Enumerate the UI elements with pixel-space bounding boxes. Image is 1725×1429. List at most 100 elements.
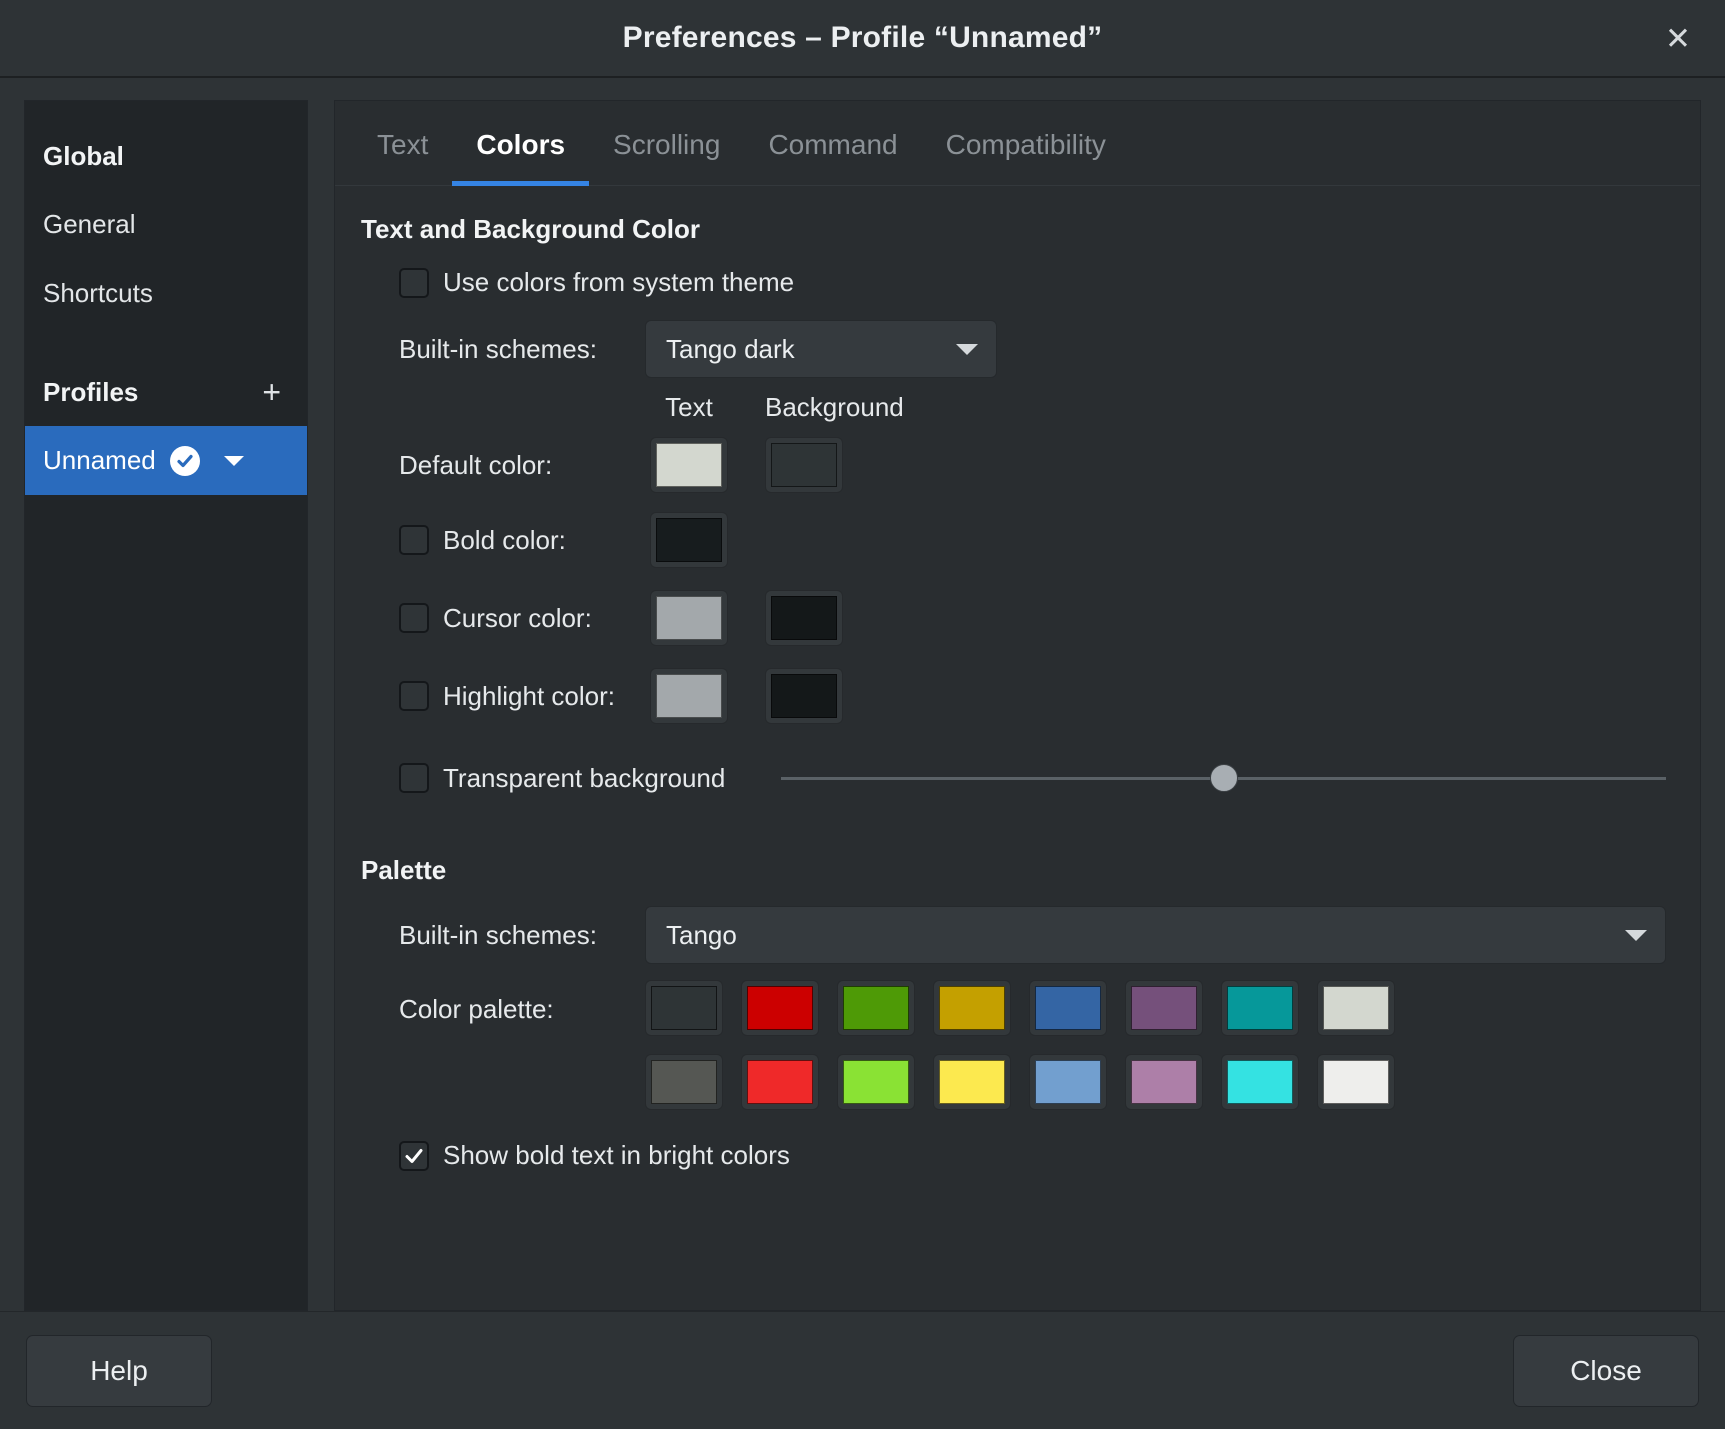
highlight-background-color-swatch[interactable] xyxy=(765,668,843,724)
sidebar-item-shortcuts-label: Shortcuts xyxy=(43,278,153,308)
highlight-text-color-swatch[interactable] xyxy=(650,668,728,724)
preferences-window: Preferences – Profile “Unnamed” ✕ Global… xyxy=(0,0,1725,1429)
add-profile-button[interactable]: + xyxy=(254,376,289,408)
palette-swatch-fill xyxy=(939,1060,1005,1104)
cursor-color-label: Cursor color: xyxy=(443,602,592,633)
transparency-slider-thumb[interactable] xyxy=(1209,764,1238,792)
default-color-row: Default color: xyxy=(399,429,1666,501)
dialog-body: Global General Shortcuts Profiles + Unna… xyxy=(0,78,1725,1311)
palette-row-bright xyxy=(645,1054,1395,1110)
sidebar-header-profiles: Profiles + xyxy=(25,358,307,426)
palette-swatch[interactable] xyxy=(1221,980,1299,1036)
palette-row-normal xyxy=(645,980,1395,1036)
column-header-text: Text xyxy=(665,392,713,422)
dialog-footer: Help Close xyxy=(0,1311,1725,1429)
text-bg-scheme-label: Built-in schemes: xyxy=(399,333,597,364)
palette-swatch[interactable] xyxy=(1029,1054,1107,1110)
chevron-down-icon[interactable] xyxy=(223,455,244,466)
help-button[interactable]: Help xyxy=(26,1334,212,1407)
column-header-background: Background xyxy=(765,392,904,422)
highlight-color-checkbox[interactable] xyxy=(399,681,429,711)
palette-swatch[interactable] xyxy=(741,980,819,1036)
show-bold-bright-row: Show bold text in bright colors xyxy=(399,1140,1666,1171)
bold-color-label: Bold color: xyxy=(443,524,566,555)
palette-swatch[interactable] xyxy=(933,980,1011,1036)
cursor-color-checkbox[interactable] xyxy=(399,603,429,633)
palette-swatch-fill xyxy=(747,986,813,1030)
palette-swatch[interactable] xyxy=(1317,1054,1395,1110)
use-system-theme-checkbox[interactable] xyxy=(399,267,429,298)
window-title: Preferences – Profile “Unnamed” xyxy=(622,21,1103,54)
sidebar-item-profile-unnamed[interactable]: Unnamed xyxy=(25,426,307,495)
close-icon[interactable]: ✕ xyxy=(1657,17,1699,59)
text-bg-scheme-row: Built-in schemes: Tango dark xyxy=(399,320,1666,378)
chevron-down-icon xyxy=(1625,929,1647,941)
transparent-background-checkbox[interactable] xyxy=(399,763,429,793)
text-bg-scheme-value: Tango dark xyxy=(666,333,795,364)
default-text-color-swatch[interactable] xyxy=(650,437,728,493)
palette-swatch[interactable] xyxy=(1125,1054,1203,1110)
sidebar: Global General Shortcuts Profiles + Unna… xyxy=(24,100,308,1311)
palette-swatch[interactable] xyxy=(1029,980,1107,1036)
chevron-down-icon xyxy=(956,343,978,355)
palette-swatch-fill xyxy=(651,986,717,1030)
text-bg-section-title: Text and Background Color xyxy=(361,214,700,244)
palette-swatch-fill xyxy=(1227,1060,1293,1104)
sidebar-item-shortcuts[interactable]: Shortcuts xyxy=(25,259,307,328)
transparent-background-row: Transparent background xyxy=(399,735,1666,821)
sidebar-header-global: Global xyxy=(25,123,307,190)
palette-swatch-fill xyxy=(843,986,909,1030)
text-bg-scheme-combo[interactable]: Tango dark xyxy=(645,320,997,378)
default-background-color-fill xyxy=(771,443,837,487)
palette-swatch-fill xyxy=(939,986,1005,1030)
tab-command[interactable]: Command xyxy=(744,101,921,186)
use-system-theme-row: Use colors from system theme xyxy=(399,267,1666,298)
color-palette-row: Color palette: xyxy=(399,980,1666,1110)
tab-scrolling[interactable]: Scrolling xyxy=(589,101,744,186)
title-bar: Preferences – Profile “Unnamed” ✕ xyxy=(0,0,1725,78)
palette-swatch-fill xyxy=(1131,1060,1197,1104)
palette-swatch[interactable] xyxy=(837,980,915,1036)
tab-text[interactable]: Text xyxy=(353,101,452,186)
bold-color-row: Bold color: xyxy=(399,501,1666,579)
palette-swatch-fill xyxy=(1323,986,1389,1030)
content-pane: Text Colors Scrolling Command Compatibil… xyxy=(334,100,1701,1311)
cursor-text-color-swatch[interactable] xyxy=(650,590,728,646)
default-background-color-swatch[interactable] xyxy=(765,437,843,493)
bold-text-color-fill xyxy=(656,518,722,562)
palette-swatch-fill xyxy=(1035,986,1101,1030)
tab-compatibility[interactable]: Compatibility xyxy=(922,101,1130,186)
cursor-background-color-fill xyxy=(771,596,837,640)
bold-text-color-swatch[interactable] xyxy=(650,512,728,568)
palette-swatch-fill xyxy=(1227,986,1293,1030)
palette-swatch[interactable] xyxy=(837,1054,915,1110)
sidebar-item-general[interactable]: General xyxy=(25,190,307,259)
tab-compatibility-label: Compatibility xyxy=(945,129,1106,160)
palette-swatch[interactable] xyxy=(645,980,723,1036)
palette-swatch[interactable] xyxy=(1125,980,1203,1036)
palette-swatch[interactable] xyxy=(933,1054,1011,1110)
sidebar-item-general-label: General xyxy=(43,209,136,239)
palette-scheme-label: Built-in schemes: xyxy=(399,919,597,950)
palette-swatch-fill xyxy=(747,1060,813,1104)
palette-swatch-fill xyxy=(1323,1060,1389,1104)
show-bold-bright-label: Show bold text in bright colors xyxy=(443,1140,790,1170)
highlight-text-color-fill xyxy=(656,674,722,718)
palette-swatch[interactable] xyxy=(1221,1054,1299,1110)
palette-swatch[interactable] xyxy=(741,1054,819,1110)
cursor-color-row: Cursor color: xyxy=(399,579,1666,657)
sidebar-header-global-label: Global xyxy=(43,141,124,171)
cursor-text-color-fill xyxy=(656,596,722,640)
default-color-label: Default color: xyxy=(399,449,553,480)
palette-swatch[interactable] xyxy=(1317,980,1395,1036)
bold-color-checkbox[interactable] xyxy=(399,525,429,555)
cursor-background-color-swatch[interactable] xyxy=(765,590,843,646)
tab-colors[interactable]: Colors xyxy=(452,101,590,186)
palette-swatch[interactable] xyxy=(645,1054,723,1110)
tab-text-label: Text xyxy=(377,129,429,160)
palette-scheme-combo[interactable]: Tango xyxy=(645,906,1666,964)
transparency-slider[interactable] xyxy=(781,758,1666,798)
close-button[interactable]: Close xyxy=(1513,1334,1699,1407)
show-bold-bright-checkbox[interactable] xyxy=(399,1140,429,1171)
